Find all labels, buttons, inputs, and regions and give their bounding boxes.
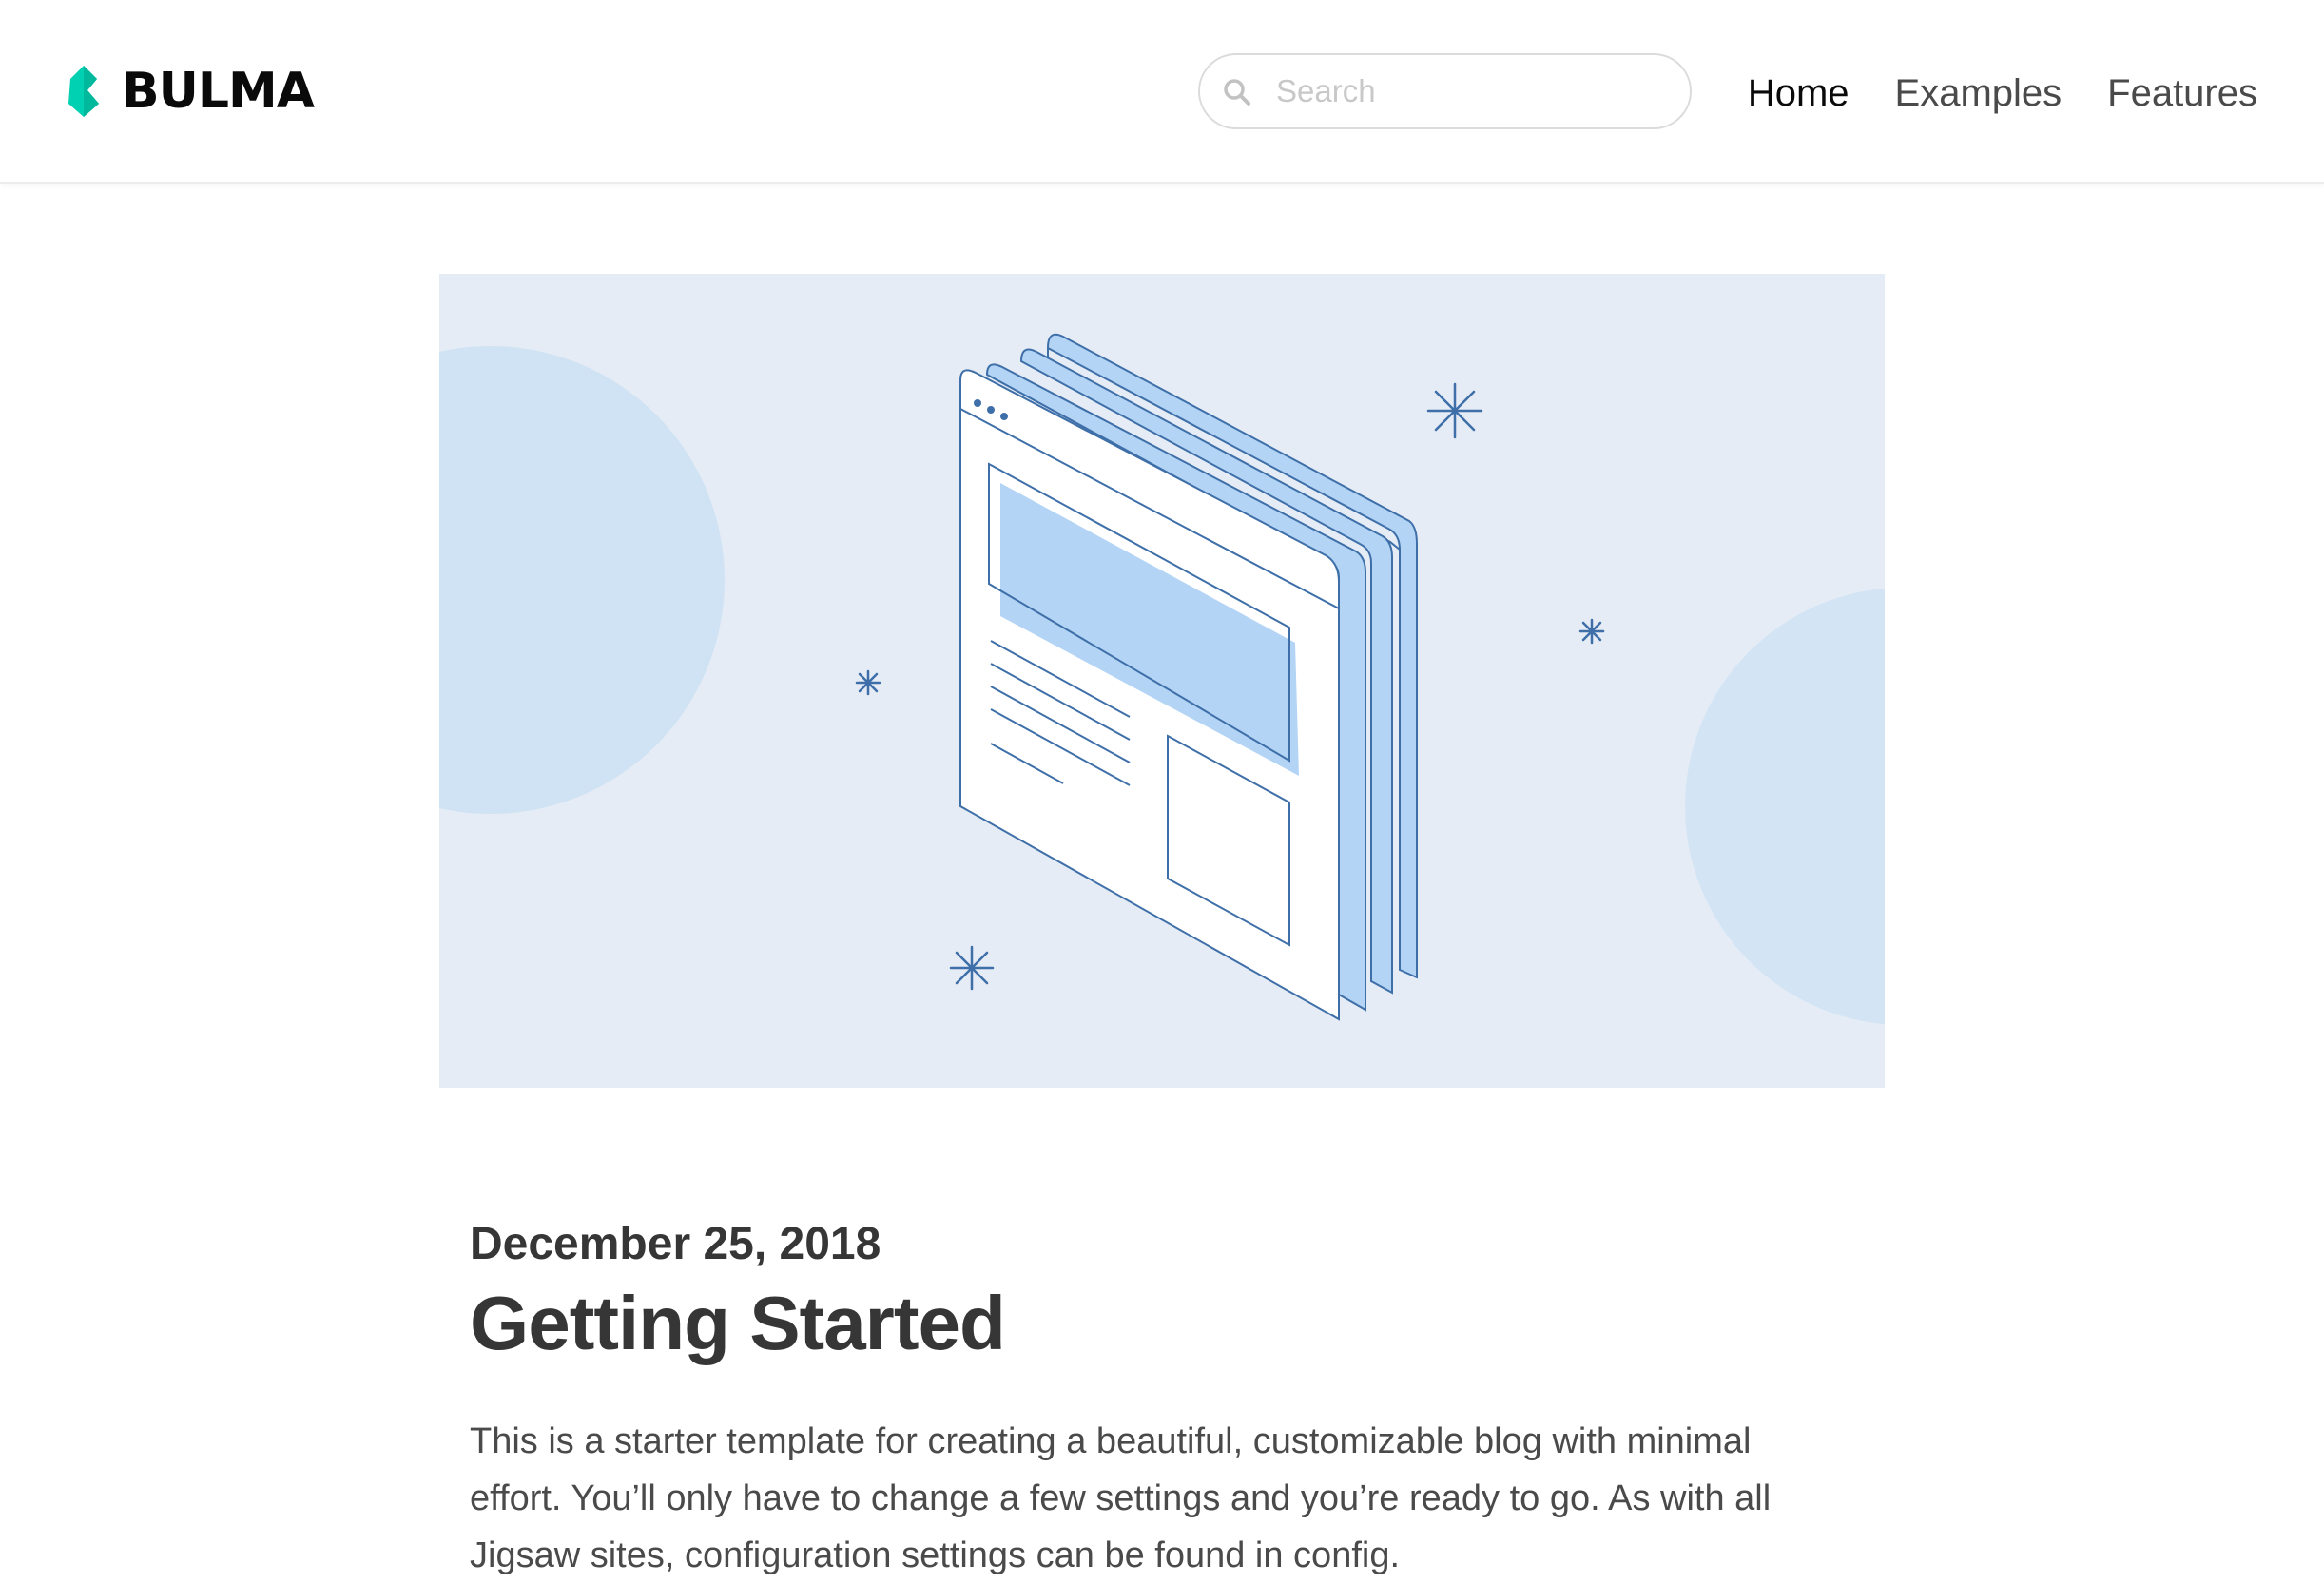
nav-menu: Home Examples Features — [1702, 63, 2257, 124]
nav-item-examples[interactable]: Examples — [1895, 72, 2063, 115]
navbar: BULMA Home Examples Features — [0, 0, 2324, 184]
sparkle-icon — [1426, 382, 1483, 439]
nav-item-home[interactable]: Home — [1748, 72, 1850, 115]
nav-item-features[interactable]: Features — [2107, 72, 2257, 115]
sparkle-icon — [1578, 618, 1605, 645]
post-date: December 25, 2018 — [470, 1219, 881, 1269]
post-excerpt: This is a starter template for creating … — [470, 1420, 1772, 1575]
brand-logo[interactable]: BULMA — [65, 63, 315, 120]
hero-image — [439, 274, 1885, 1088]
window-dot-icon — [987, 406, 995, 414]
search-box — [1198, 53, 1692, 129]
sparkle-icon — [949, 945, 995, 991]
post-preview: December 25, 2018 Getting Started This i… — [470, 1217, 1858, 1584]
sparkle-icon — [855, 669, 881, 696]
brand-name: BULMA — [122, 63, 315, 120]
bulma-logo-icon — [68, 66, 99, 117]
post-title[interactable]: Getting Started — [470, 1281, 1858, 1365]
search-icon — [1224, 79, 1250, 106]
search-input[interactable] — [1276, 65, 1675, 118]
decorative-circle-left — [439, 346, 725, 814]
decorative-circle-right — [1685, 588, 1885, 1025]
window-dot-icon — [1000, 413, 1008, 420]
window-dot-icon — [974, 399, 981, 407]
browser-windows-illustration — [439, 333, 1885, 1025]
